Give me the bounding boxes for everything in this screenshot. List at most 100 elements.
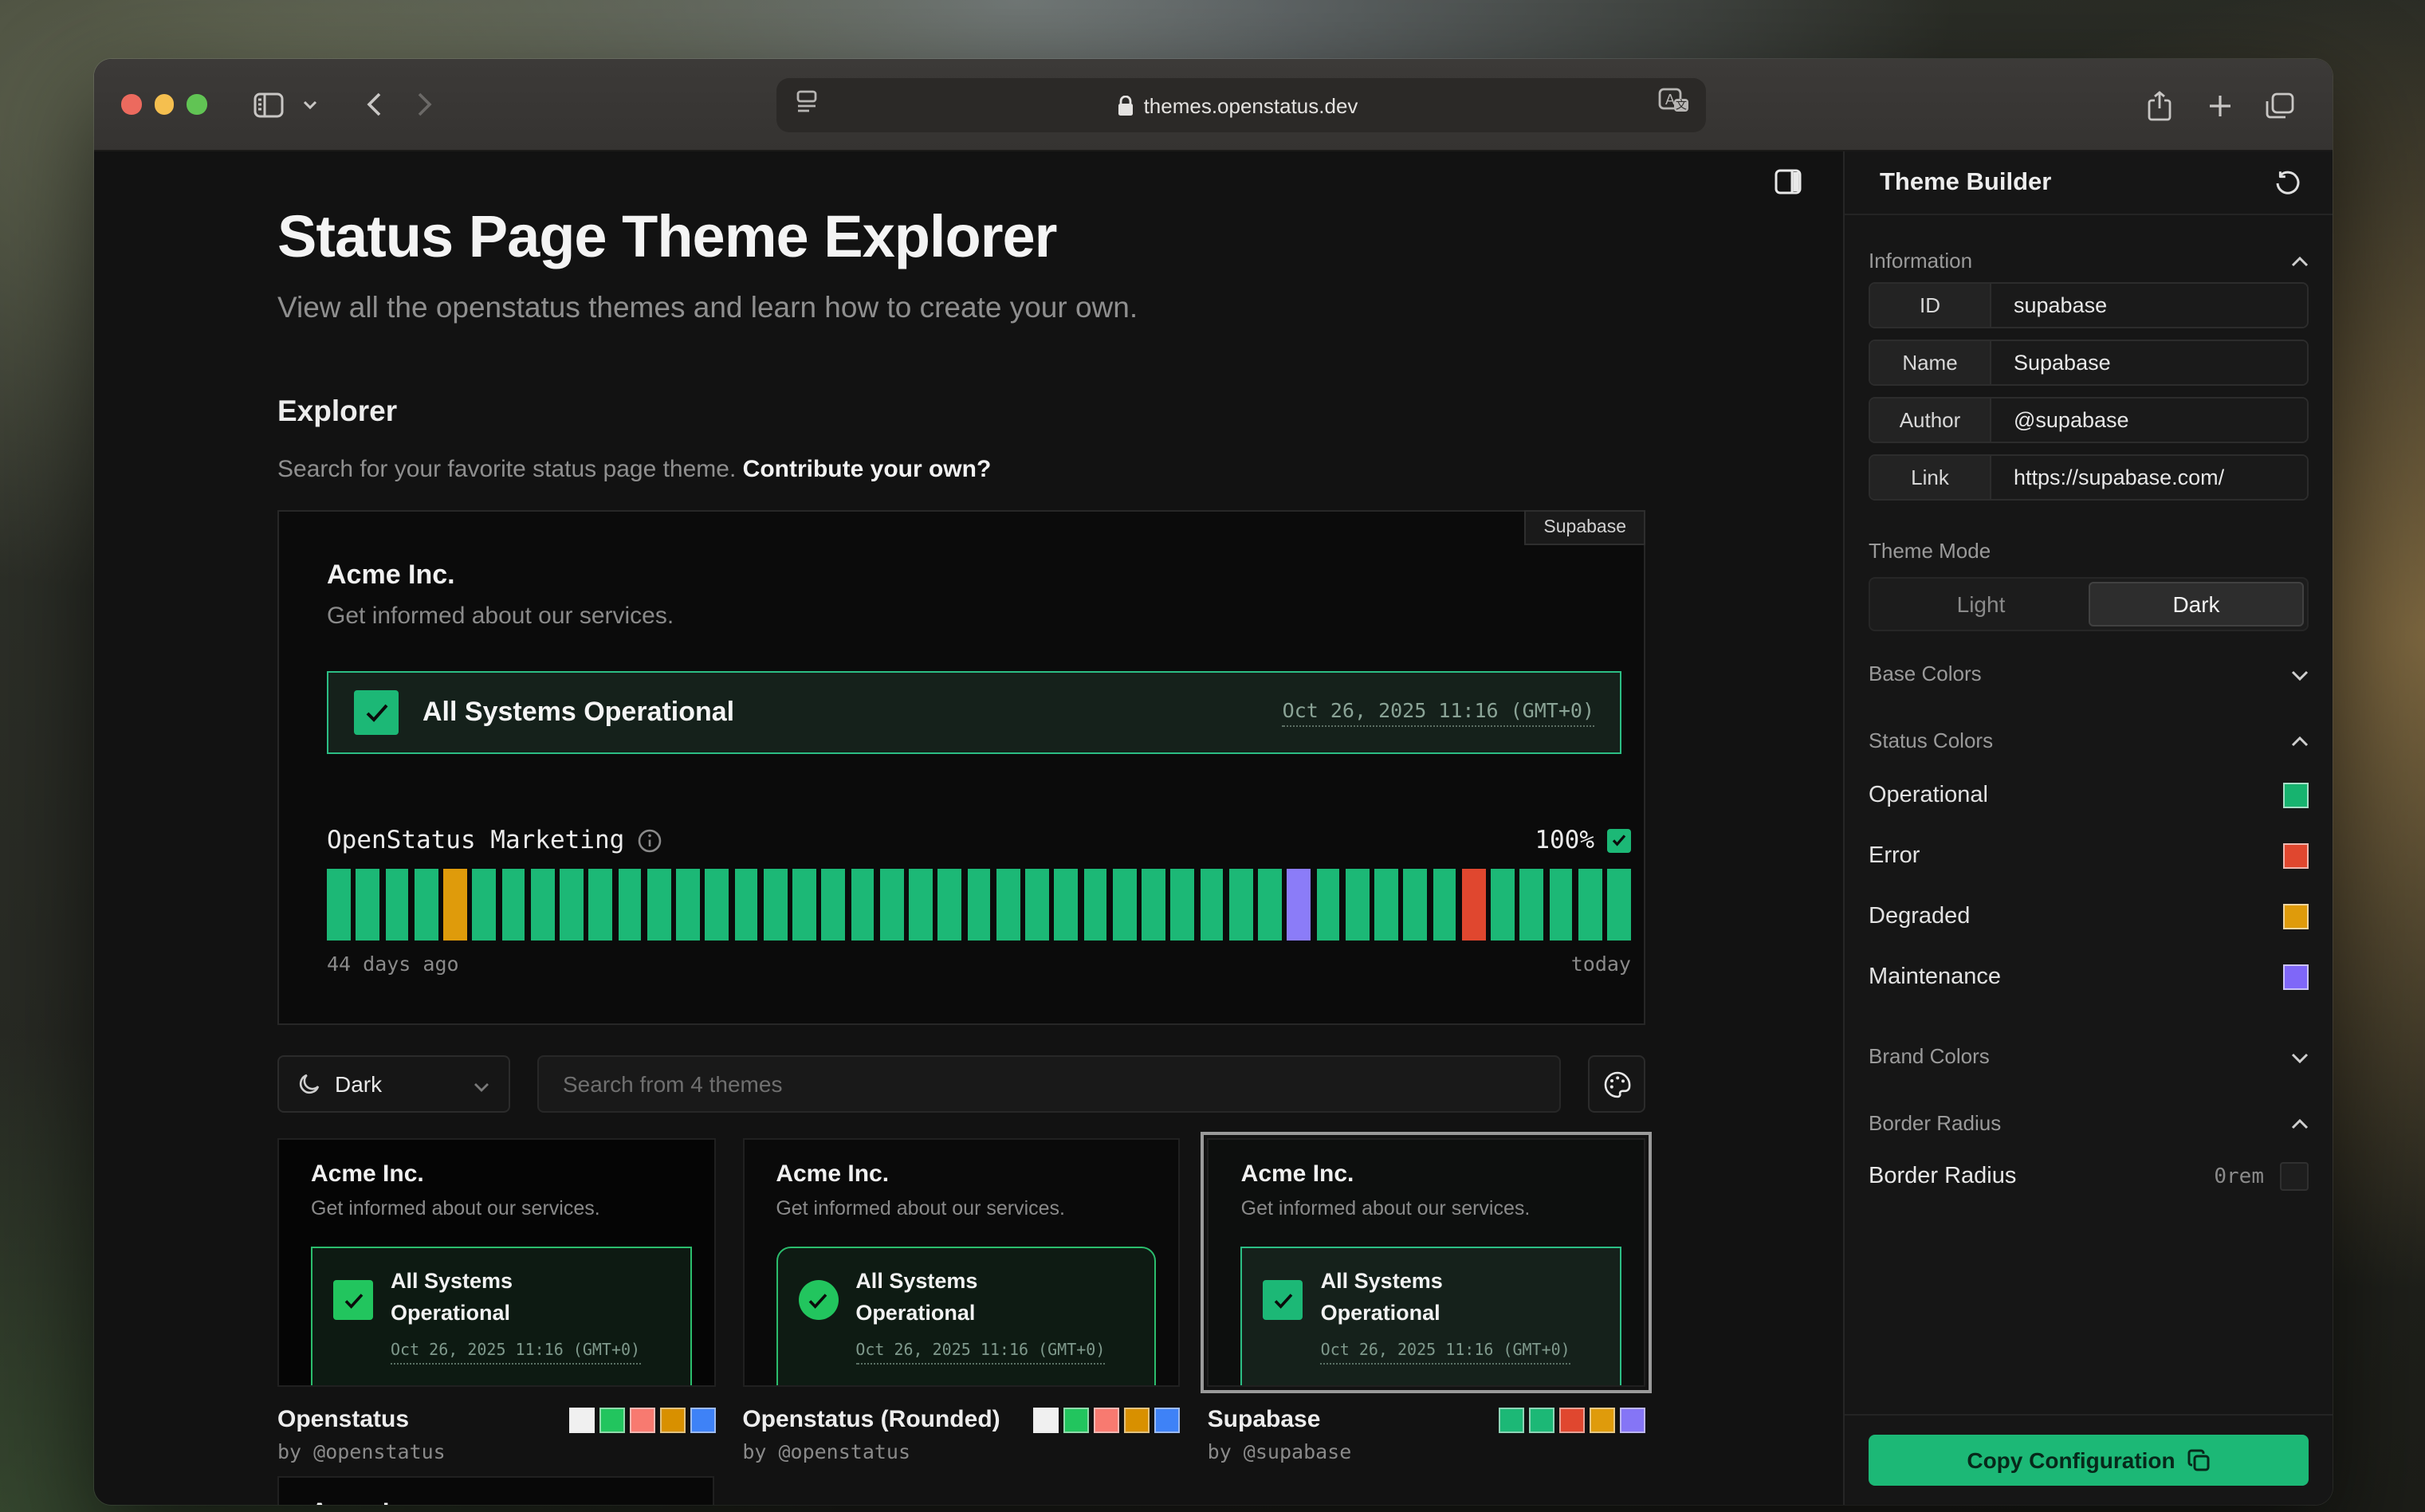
- theme-builder-panel: Theme Builder Information: [1843, 151, 2333, 1505]
- traffic-lights: [121, 95, 206, 115]
- mini-company: Acme Inc.: [311, 1498, 713, 1505]
- theme-card-openstatus[interactable]: Acme Inc. Get informed about our service…: [277, 1138, 715, 1463]
- theme-card-partial[interactable]: Acme Inc. Get informed about our service…: [277, 1476, 714, 1505]
- uptime-bar-operational: [792, 869, 816, 941]
- theme-badge: Supabase: [1524, 510, 1645, 545]
- translate-icon[interactable]: A 文: [1658, 88, 1690, 123]
- new-tab-icon[interactable]: [2195, 81, 2243, 129]
- name-input[interactable]: Supabase: [1991, 341, 2307, 384]
- mini-tagline: Get informed about our services.: [1241, 1197, 1644, 1219]
- mini-status-banner: All Systems Operational Oct 26, 2025 11:…: [1241, 1247, 1621, 1387]
- operational-check-icon: [354, 690, 399, 735]
- uptime-bar-operational: [938, 869, 962, 941]
- uptime-bar-operational: [1607, 869, 1631, 941]
- info-icon[interactable]: [637, 828, 661, 852]
- uptime-bar-operational: [909, 869, 933, 941]
- uptime-bar-operational: [1025, 869, 1049, 941]
- monitor-name: OpenStatus Marketing: [327, 826, 624, 854]
- uptime-bar-error: [1462, 869, 1486, 941]
- uptime-bar-operational: [1316, 869, 1340, 941]
- uptime-checkbox-icon[interactable]: [1607, 828, 1631, 852]
- reset-icon[interactable]: [2270, 165, 2305, 200]
- uptime-bar-operational: [996, 869, 1020, 941]
- mini-check-icon: [798, 1280, 838, 1320]
- theme-mode-dropdown[interactable]: Dark: [277, 1055, 510, 1113]
- zoom-window-button[interactable]: [187, 95, 206, 115]
- uptime-bar-operational: [1171, 869, 1195, 941]
- mini-timestamp: Oct 26, 2025 11:16 (GMT+0): [1321, 1342, 1570, 1365]
- close-window-button[interactable]: [121, 95, 141, 115]
- theme-card-openstatus-rounded[interactable]: Acme Inc. Get informed about our service…: [742, 1138, 1180, 1463]
- mini-tagline: Get informed about our services.: [311, 1197, 713, 1219]
- uptime-bar-operational: [1549, 869, 1573, 941]
- tab-overview-icon[interactable]: [2256, 81, 2304, 129]
- link-input[interactable]: https://supabase.com/: [1991, 456, 2307, 499]
- palette-icon[interactable]: [1588, 1055, 1645, 1113]
- reader-icon[interactable]: [796, 89, 818, 121]
- mini-status-banner: All Systems Operational Oct 26, 2025 11:…: [311, 1247, 691, 1387]
- theme-author: by @openstatus: [277, 1439, 715, 1463]
- uptime-bar-maintenance: [1287, 869, 1311, 941]
- minimize-window-button[interactable]: [154, 95, 174, 115]
- theme-name: Supabase: [1208, 1406, 1321, 1433]
- author-input[interactable]: @supabase: [1991, 399, 2307, 442]
- theme-author: by @supabase: [1208, 1439, 1645, 1463]
- uptime-bar-operational: [531, 869, 555, 941]
- theme-card-supabase[interactable]: Acme Inc. Get informed about our service…: [1208, 1138, 1645, 1463]
- uptime-bar-operational: [967, 869, 991, 941]
- theme-mode-value: Dark: [335, 1071, 382, 1097]
- uptime-bar-operational: [1229, 869, 1253, 941]
- uptime-bar-operational: [1374, 869, 1398, 941]
- degraded-color-picker[interactable]: [2283, 904, 2309, 929]
- forward-button[interactable]: [401, 81, 449, 128]
- copy-configuration-button[interactable]: Copy Configuration: [1869, 1435, 2309, 1486]
- chevron-up-icon: [2291, 728, 2309, 752]
- moon-icon: [298, 1073, 320, 1095]
- status-banner-title: All Systems Operational: [423, 697, 734, 729]
- uptime-bar-operational: [560, 869, 584, 941]
- error-color-picker[interactable]: [2283, 843, 2309, 869]
- sidebar-toggle-icon[interactable]: [245, 81, 293, 128]
- mini-company: Acme Inc.: [311, 1161, 713, 1188]
- svg-text:文: 文: [1676, 98, 1687, 111]
- theme-search-input[interactable]: [537, 1055, 1561, 1113]
- theme-name: Openstatus: [277, 1406, 409, 1433]
- contribute-link[interactable]: Contribute your own?: [743, 456, 992, 483]
- mode-light-option[interactable]: Light: [1873, 582, 2089, 626]
- id-input[interactable]: supabase: [1991, 284, 2307, 327]
- share-icon[interactable]: [2135, 81, 2183, 129]
- mode-dark-option[interactable]: Dark: [2089, 582, 2304, 626]
- safari-window: themes.openstatus.dev A 文: [94, 59, 2333, 1505]
- panel-right-toggle-icon[interactable]: [1773, 169, 1802, 198]
- mini-status-title: All Systems Operational: [1321, 1266, 1496, 1328]
- chevron-down-icon: [2291, 1043, 2309, 1067]
- lock-icon: [1118, 95, 1134, 116]
- chevron-down-icon: [2291, 661, 2309, 685]
- section-information[interactable]: Information: [1869, 238, 2309, 282]
- uptime-bar-operational: [473, 869, 497, 941]
- border-radius-row: Border Radius 0rem: [1869, 1153, 2309, 1200]
- section-status-colors[interactable]: Status Colors: [1869, 717, 2309, 762]
- copy-icon: [2188, 1449, 2211, 1471]
- section-border-radius[interactable]: Border Radius: [1869, 1100, 2309, 1145]
- uptime-bar-operational: [1404, 869, 1428, 941]
- page-title: Status Page Theme Explorer: [277, 204, 1645, 271]
- border-radius-input[interactable]: [2280, 1162, 2309, 1191]
- explorer-heading: Explorer: [277, 394, 1645, 429]
- section-base-colors[interactable]: Base Colors: [1869, 650, 2309, 695]
- explorer-controls: Dark: [277, 1055, 1645, 1113]
- maintenance-color-picker[interactable]: [2283, 964, 2309, 990]
- address-bar[interactable]: themes.openstatus.dev A 文: [776, 78, 1706, 132]
- theme-swatches: [1034, 1407, 1181, 1432]
- uptime-bar-operational: [385, 869, 409, 941]
- mini-company: Acme Inc.: [1241, 1161, 1644, 1188]
- chevron-down-icon[interactable]: [296, 81, 324, 128]
- section-brand-colors[interactable]: Brand Colors: [1869, 1033, 2309, 1078]
- mini-timestamp: Oct 26, 2025 11:16 (GMT+0): [391, 1342, 640, 1365]
- uptime-bar-operational: [1083, 869, 1107, 941]
- border-radius-value: 0rem: [2214, 1164, 2264, 1188]
- back-button[interactable]: [350, 81, 398, 128]
- operational-color-picker[interactable]: [2283, 783, 2309, 808]
- uptime-bar-operational: [676, 869, 700, 941]
- uptime-bar-operational: [1520, 869, 1544, 941]
